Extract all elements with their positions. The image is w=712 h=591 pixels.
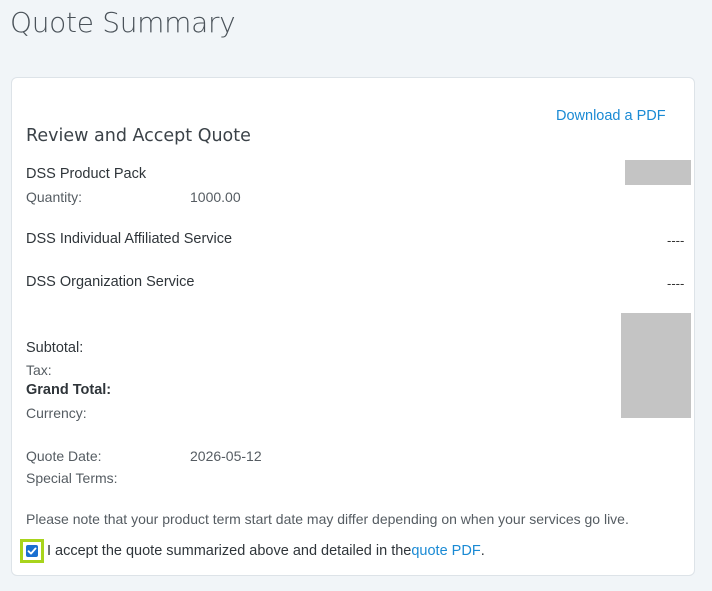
quote-date-value: 2026-05-12 [190, 448, 262, 464]
subtotal-label: Subtotal: [26, 340, 84, 356]
currency-label: Currency: [26, 405, 87, 421]
quote-pdf-link[interactable]: quote PDF [411, 543, 480, 559]
product-pack-name: DSS Product Pack [26, 166, 147, 182]
accept-text-end: . [480, 543, 485, 559]
organization-service-name: DSS Organization Service [26, 274, 195, 290]
organization-service-price: ---- [667, 276, 685, 291]
checkbox-checked-icon [26, 545, 38, 557]
accept-text: I accept the quote summarized above and … [47, 543, 412, 559]
individual-service-price: ---- [667, 233, 685, 248]
accept-checkbox[interactable] [20, 539, 44, 563]
accept-row: I accept the quote summarized above and … [20, 539, 485, 563]
quantity-label: Quantity: [26, 189, 83, 205]
product-pack-price-redacted [625, 160, 691, 185]
term-start-note: Please note that your product term start… [26, 511, 629, 527]
totals-redacted [621, 313, 691, 418]
page-title: Quote Summary [10, 6, 236, 39]
grand-total-label: Grand Total: [26, 382, 112, 398]
tax-label: Tax: [26, 362, 52, 378]
quote-card: Download a PDF Review and Accept Quote D… [11, 77, 695, 576]
individual-service-name: DSS Individual Affiliated Service [26, 231, 233, 247]
special-terms-label: Special Terms: [26, 470, 118, 486]
quote-date-label: Quote Date: [26, 448, 102, 464]
quantity-value: 1000.00 [190, 189, 241, 205]
download-pdf-link[interactable]: Download a PDF [556, 108, 666, 124]
section-heading: Review and Accept Quote [26, 126, 251, 146]
